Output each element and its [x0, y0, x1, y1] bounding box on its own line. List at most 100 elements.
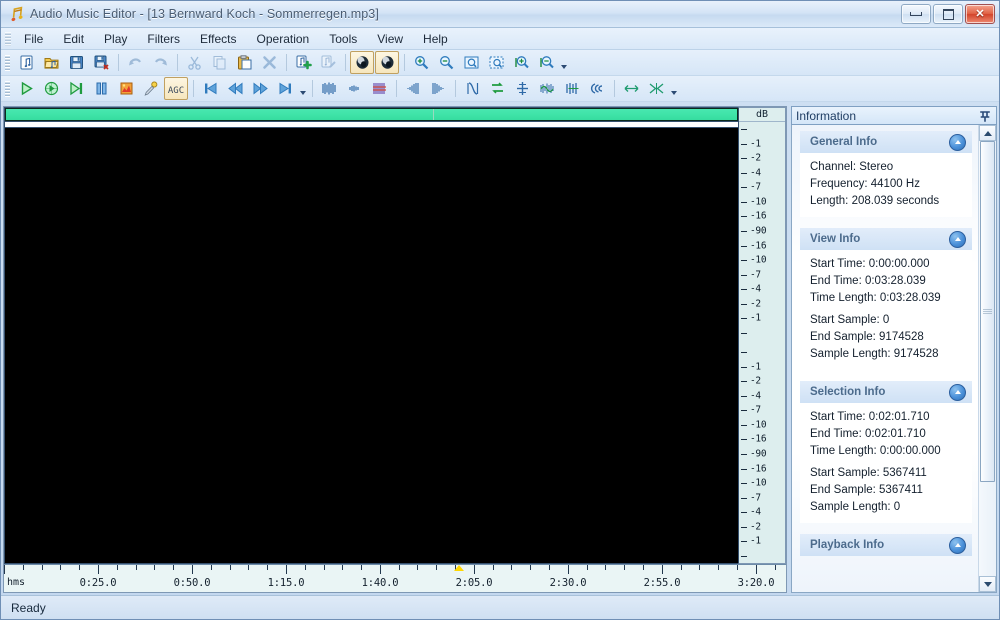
- time-ruler[interactable]: hms 0:25.0 0:50.0 1:15.0 1:40.0 2:05.0 2:30.0…: [4, 564, 786, 592]
- invert-icon[interactable]: [485, 77, 509, 100]
- transport-overflow-dropdown[interactable]: [298, 78, 308, 99]
- zoom-out-icon[interactable]: [434, 51, 458, 74]
- record-mic-icon[interactable]: [139, 77, 163, 100]
- scroll-up-button[interactable]: [979, 125, 996, 141]
- menu-play[interactable]: Play: [94, 29, 137, 49]
- right-channel-icon[interactable]: [375, 51, 399, 74]
- play-icon[interactable]: [14, 77, 38, 100]
- scrollbar-track[interactable]: [979, 141, 996, 576]
- spectrum-view-icon[interactable]: [342, 77, 366, 100]
- effects-overflow-dropdown[interactable]: [669, 78, 679, 99]
- zoom-vertical-out-icon[interactable]: [534, 51, 558, 74]
- maximize-button[interactable]: [933, 4, 963, 24]
- menu-edit[interactable]: Edit: [53, 29, 94, 49]
- collapse-toggle-icon[interactable]: [949, 383, 966, 401]
- stretch-icon[interactable]: [619, 77, 643, 100]
- ruler-label: 0:50.0: [173, 577, 211, 589]
- group-playback-info-header[interactable]: Playback Info: [800, 534, 972, 556]
- menu-file[interactable]: File: [14, 29, 53, 49]
- db-tick: [741, 424, 747, 426]
- close-button[interactable]: ✕: [965, 4, 995, 24]
- go-to-end-icon[interactable]: [273, 77, 297, 100]
- delete-icon[interactable]: [257, 51, 281, 74]
- open-file-icon[interactable]: [39, 51, 63, 74]
- copy-icon[interactable]: [207, 51, 231, 74]
- cut-icon[interactable]: [182, 51, 206, 74]
- collapse-toggle-icon[interactable]: [949, 536, 966, 554]
- stop-record-icon[interactable]: [114, 77, 138, 100]
- noise-reduction-icon[interactable]: [535, 77, 559, 100]
- menu-filters[interactable]: Filters: [137, 29, 190, 49]
- paste-icon[interactable]: [232, 51, 256, 74]
- scroll-down-button[interactable]: [979, 576, 996, 592]
- save-as-icon[interactable]: [89, 51, 113, 74]
- db-tick-label: -2: [750, 521, 761, 533]
- group-view-info-body: Start Time: 0:00:00.000 End Time: 0:03:2…: [800, 250, 972, 370]
- group-view-info-header[interactable]: View Info: [800, 228, 972, 250]
- menu-tools[interactable]: Tools: [319, 29, 367, 49]
- agc-icon[interactable]: AGC: [164, 77, 188, 100]
- db-tick: [741, 231, 747, 232]
- toolbar-separator: [345, 54, 346, 71]
- echo-icon[interactable]: [585, 77, 609, 100]
- ruler-tick: [117, 565, 118, 570]
- toolbar-separator: [404, 54, 405, 71]
- menu-operation[interactable]: Operation: [247, 29, 320, 49]
- ruler-label: 1:40.0: [361, 577, 399, 589]
- insert-file-icon[interactable]: [291, 51, 315, 74]
- pin-icon[interactable]: [978, 109, 992, 123]
- scrollbar-thumb[interactable]: [980, 141, 995, 483]
- waveform-canvas-column[interactable]: [4, 107, 738, 564]
- zoom-in-icon[interactable]: [409, 51, 433, 74]
- info-row: Length: 208.039 seconds: [810, 195, 940, 207]
- ruler-tick: [568, 565, 569, 574]
- play-loop-icon[interactable]: [39, 77, 63, 100]
- fade-in-icon[interactable]: [401, 77, 425, 100]
- amplify-icon[interactable]: [560, 77, 584, 100]
- group-general-info-body: Channel: Stereo Frequency: 44100 Hz Leng…: [800, 153, 972, 217]
- ruler-tick: [79, 565, 80, 570]
- normalize-icon[interactable]: [460, 77, 484, 100]
- collapse-toggle-icon[interactable]: [949, 230, 966, 248]
- db-tick: [741, 303, 747, 305]
- ruler-cursor-marker[interactable]: [454, 565, 464, 571]
- waveform-view-icon[interactable]: [317, 77, 341, 100]
- db-tick-label: -4: [750, 167, 761, 179]
- silence-icon[interactable]: [510, 77, 534, 100]
- forward-icon[interactable]: [248, 77, 272, 100]
- mix-paste-icon[interactable]: [316, 51, 340, 74]
- group-title: General Info: [810, 136, 878, 148]
- collapse-toggle-icon[interactable]: [949, 133, 966, 151]
- channel-header-strip[interactable]: [5, 108, 738, 121]
- menu-view[interactable]: View: [367, 29, 413, 49]
- pause-icon[interactable]: [89, 77, 113, 100]
- spectrogram-view-icon[interactable]: [367, 77, 391, 100]
- menu-effects[interactable]: Effects: [190, 29, 246, 49]
- left-channel-icon[interactable]: [350, 51, 374, 74]
- fade-out-icon[interactable]: [426, 77, 450, 100]
- menu-help[interactable]: Help: [413, 29, 458, 49]
- zoom-vertical-in-icon[interactable]: [509, 51, 533, 74]
- undo-icon[interactable]: [123, 51, 147, 74]
- go-to-start-icon[interactable]: [198, 77, 222, 100]
- group-general-info-header[interactable]: General Info: [800, 131, 972, 153]
- db-tick: [741, 245, 747, 247]
- toolbar-overflow-dropdown[interactable]: [559, 52, 569, 73]
- ruler-tick: [305, 565, 306, 570]
- db-tick-label: -2: [750, 152, 761, 164]
- ruler-tick: [286, 565, 287, 574]
- play-to-end-icon[interactable]: [64, 77, 88, 100]
- rewind-icon[interactable]: [223, 77, 247, 100]
- zoom-full-icon[interactable]: [459, 51, 483, 74]
- minimize-button[interactable]: [901, 4, 931, 24]
- shrink-icon[interactable]: [644, 77, 668, 100]
- redo-icon[interactable]: [148, 51, 172, 74]
- information-scrollbar[interactable]: [978, 125, 996, 592]
- new-file-icon[interactable]: [14, 51, 38, 74]
- save-icon[interactable]: [64, 51, 88, 74]
- db-tick-label: -16: [750, 463, 767, 475]
- zoom-selection-icon[interactable]: [484, 51, 508, 74]
- group-selection-info-header[interactable]: Selection Info: [800, 381, 972, 403]
- information-groups: General Info Channel: Stereo Frequency: …: [792, 125, 978, 556]
- ruler-tick: [361, 565, 362, 570]
